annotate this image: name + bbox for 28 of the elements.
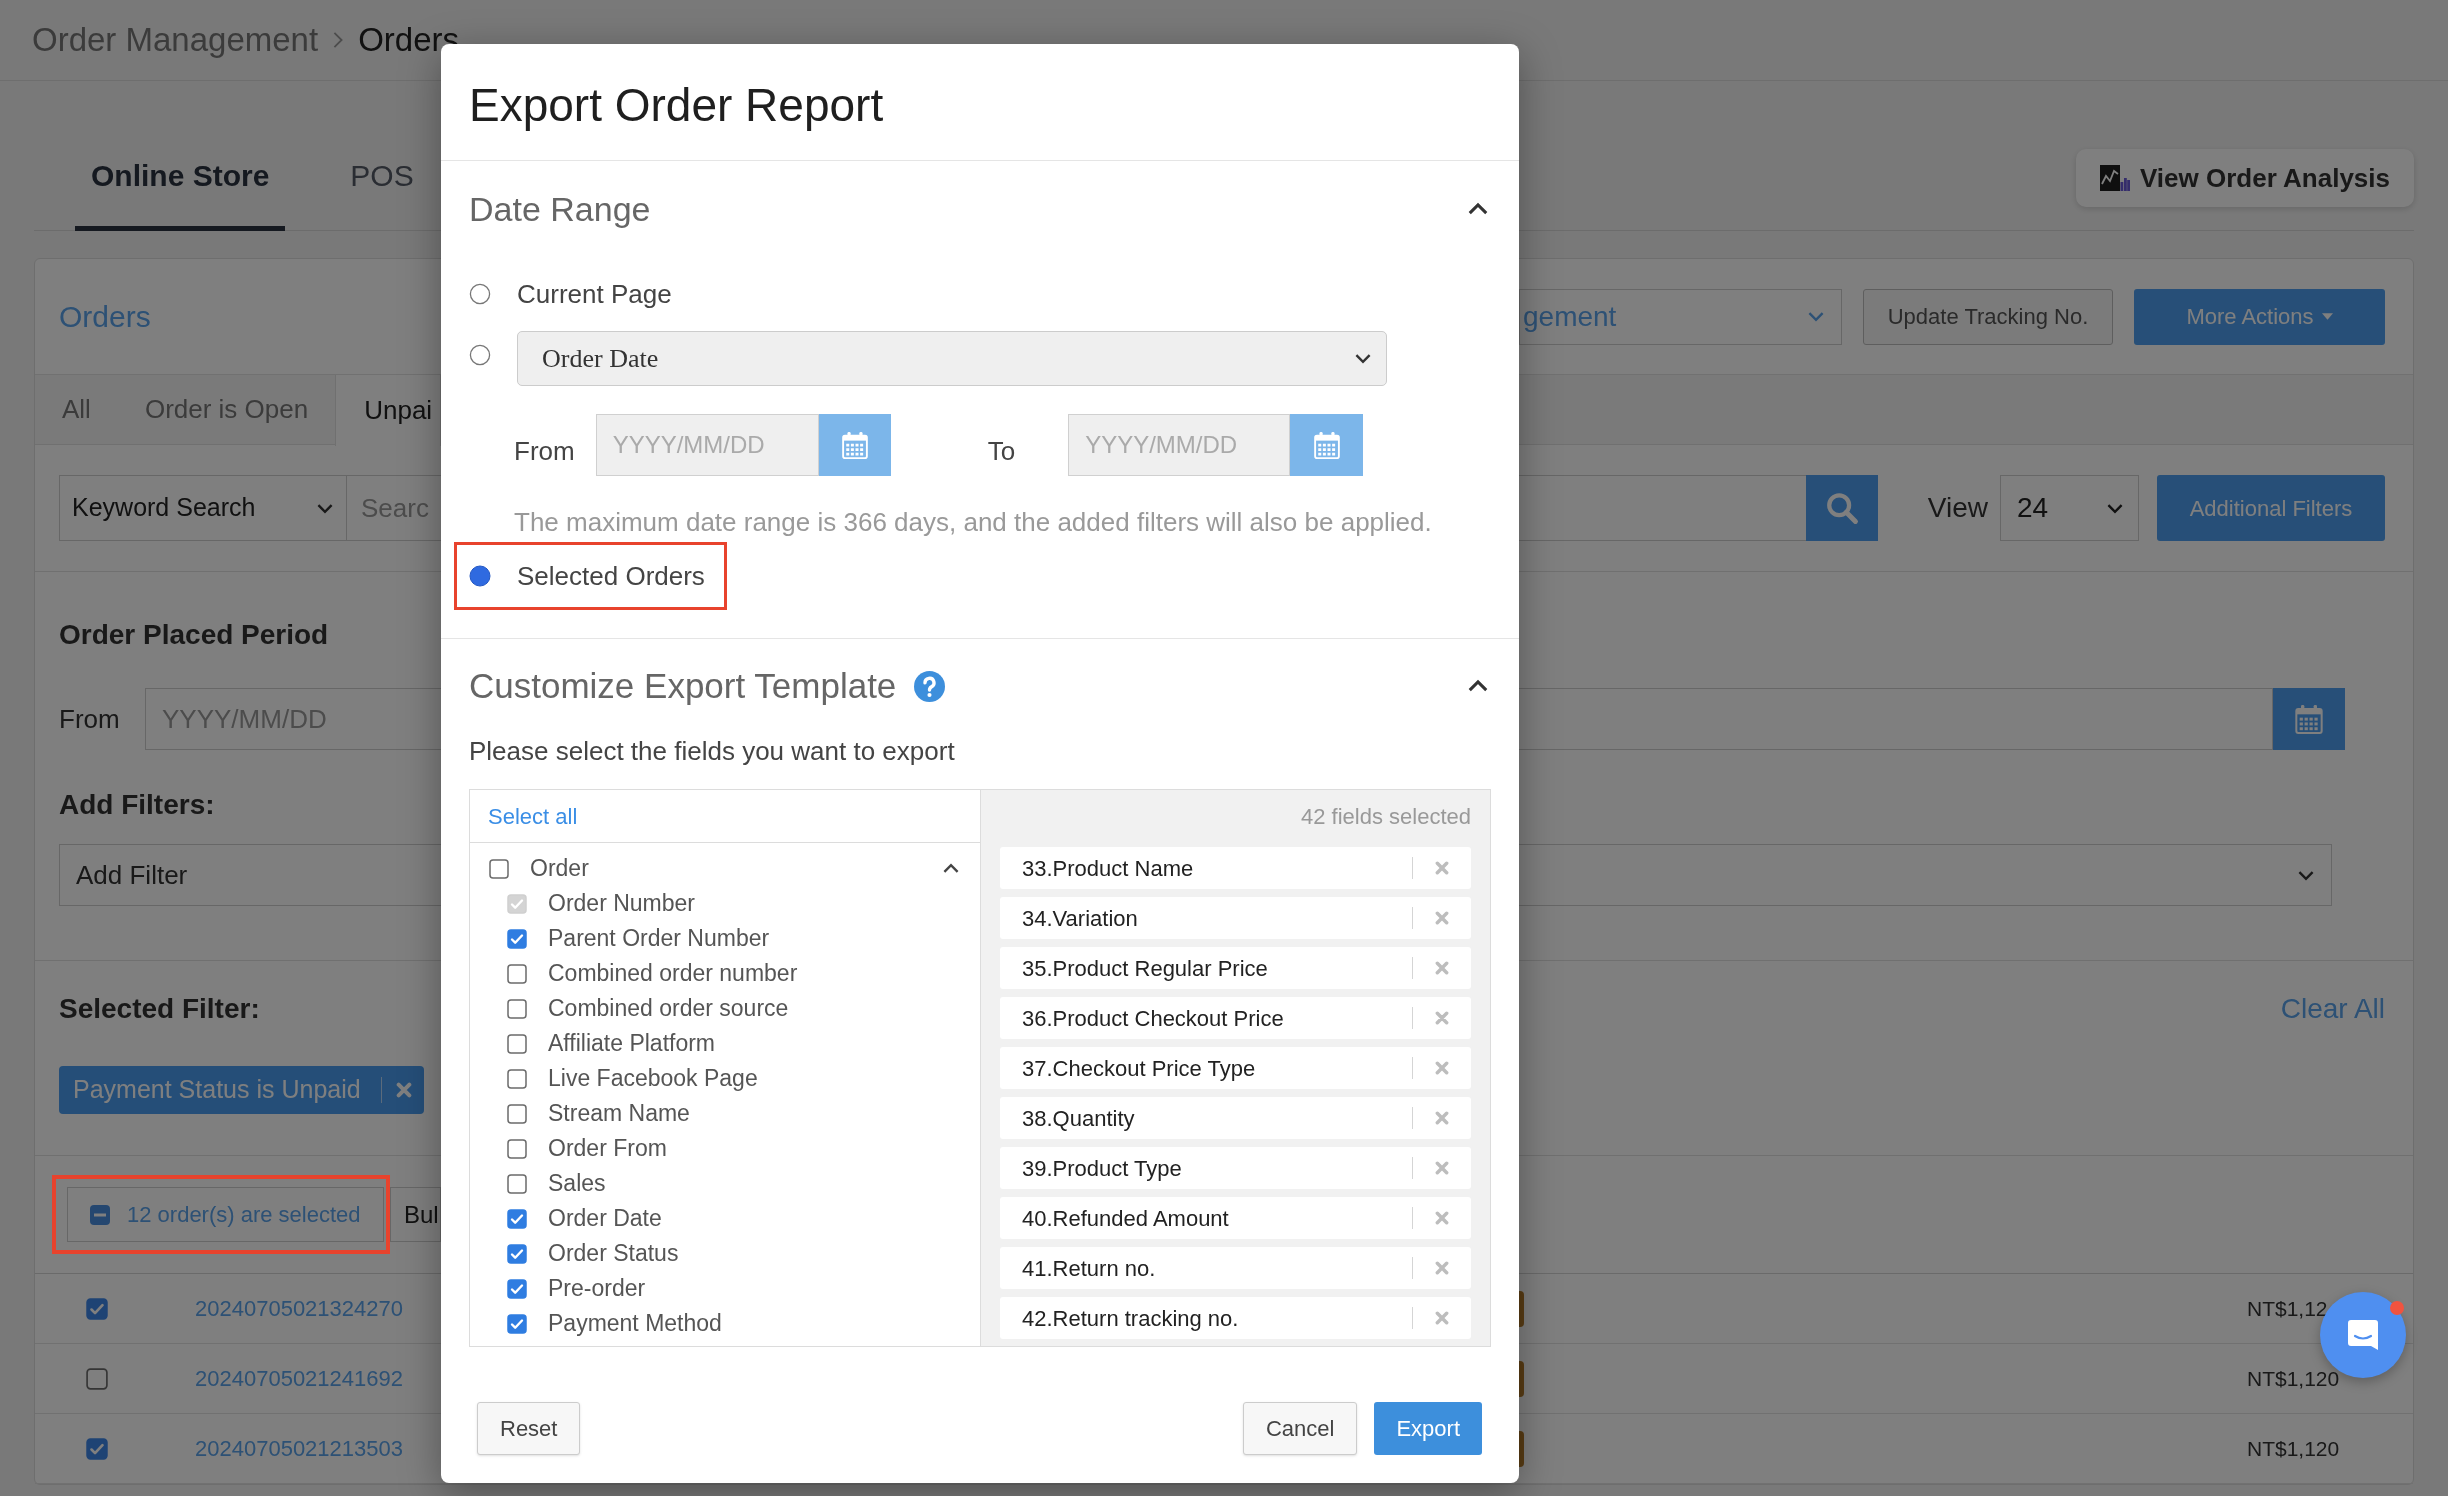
section-title: Add Filters:: [59, 788, 215, 822]
field-label: 36.Product Checkout Price: [1022, 1004, 1284, 1033]
selected-count: 42 fields selected: [1301, 803, 1471, 831]
field-label: 33.Product Name: [1022, 854, 1194, 883]
field-label: 35.Product Regular Price: [1022, 954, 1268, 983]
field-label: 42.Return tracking no.: [1022, 1304, 1239, 1333]
order-total: NT$1,120: [2247, 1436, 2340, 1460]
field-label: To: [987, 434, 1016, 468]
order-total: NT$1,12: [2247, 1296, 2328, 1320]
hint-text: The maximum date range is 366 days, and the added filters will also be applied.: [514, 506, 1432, 539]
section-title: Selected Filter:: [59, 992, 260, 1026]
section-title: Customize Export Template: [469, 664, 897, 707]
field-label: 40.Refunded Amount: [1022, 1204, 1229, 1233]
chip-label: Payment Status is Unpaid: [73, 1074, 361, 1106]
field-label: 37.Checkout Price Type: [1022, 1054, 1256, 1083]
field-label: From: [514, 434, 575, 468]
panel-title: Orders: [59, 299, 151, 335]
section-title: Date Range: [469, 188, 651, 230]
field-label: 34.Variation: [1022, 904, 1138, 933]
order-total: NT$1,120: [2247, 1366, 2340, 1390]
field-label: 39.Product Type: [1022, 1154, 1182, 1183]
instruction-text: Please select the fields you want to export: [469, 735, 955, 768]
field-label: From: [59, 702, 121, 736]
section-title: Order Placed Period: [59, 618, 329, 652]
dialog-title: Export Order Report: [469, 77, 884, 133]
view-label: View: [1927, 491, 1988, 525]
field-label: 41.Return no.: [1022, 1254, 1156, 1283]
field-label: 38.Quantity: [1022, 1104, 1135, 1133]
